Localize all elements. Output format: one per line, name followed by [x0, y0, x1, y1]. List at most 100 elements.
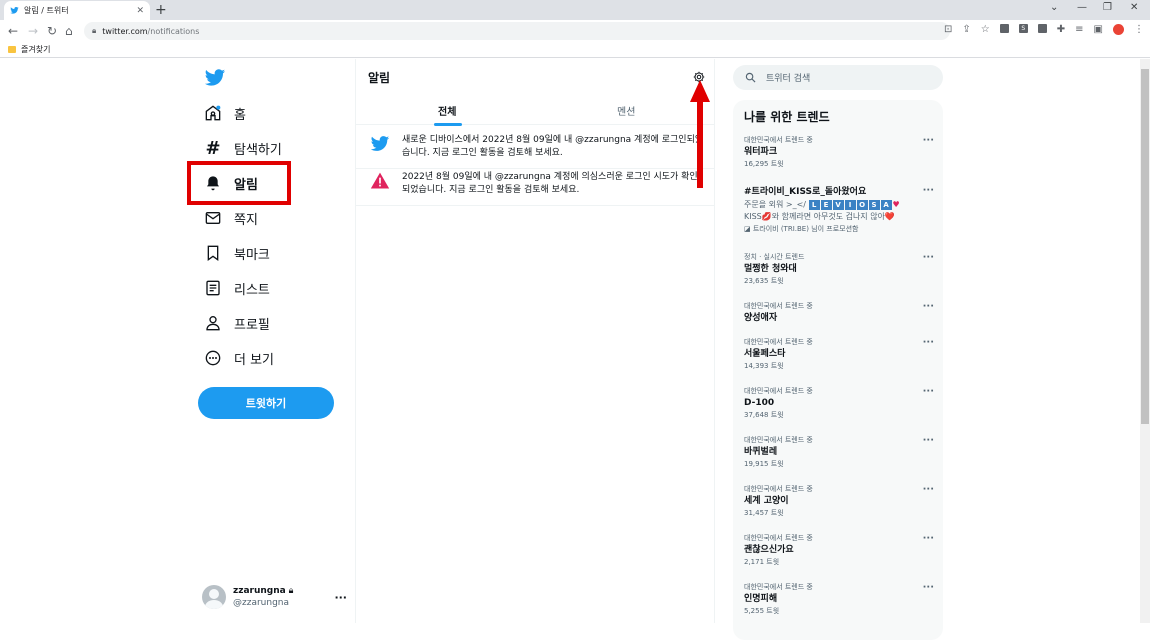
trend-item[interactable]: 대한민국에서 트렌드 중 양성애자 ···	[744, 301, 934, 325]
trend-count: 23,635 트윗	[744, 277, 784, 285]
promoted-description-prefix: 주문을 외워 >_</	[744, 200, 806, 209]
notification-text: 새로운 디바이스에서 2022년 8월 09일에 내 @zzarungna 계정…	[402, 135, 704, 158]
install-app-icon[interactable]: ⊡	[944, 24, 952, 35]
levitation-letter: V	[832, 200, 844, 210]
trend-count: 5,255 트윗	[744, 607, 780, 615]
tab-search-icon[interactable]: ⌄	[1050, 2, 1058, 13]
nav-label-messages: 쪽지	[234, 212, 258, 228]
more-options-icon[interactable]: ···	[334, 591, 347, 604]
trend-context: 대한민국에서 트렌드 중	[744, 338, 813, 346]
avatar	[202, 585, 226, 609]
nav-item-explore[interactable]: # 탐색하기	[204, 135, 281, 161]
trend-count: 14,393 트윗	[744, 362, 784, 370]
more-options-icon[interactable]: ···	[923, 301, 934, 312]
nav-item-bookmarks[interactable]: 북마크	[204, 240, 270, 266]
nav-item-profile[interactable]: 프로필	[204, 310, 270, 336]
bookmark-folder-label[interactable]: 즐겨찾기	[21, 44, 50, 55]
nav-item-more[interactable]: 더 보기	[204, 345, 274, 371]
annotation-arrow-icon	[690, 80, 710, 188]
trend-count: 31,457 트윗	[744, 509, 784, 517]
reload-icon[interactable]: ↻	[47, 23, 57, 39]
trend-context: 대한민국에서 트렌드 중	[744, 583, 813, 591]
side-panel-icon[interactable]: ▣	[1094, 24, 1103, 35]
back-arrow-icon[interactable]: ←	[8, 23, 18, 39]
tab-mentions[interactable]: 멘션	[617, 103, 635, 118]
trend-name: 서울페스타	[744, 349, 786, 359]
nav-item-lists[interactable]: 리스트	[204, 275, 270, 301]
lock-icon: 🔒︎	[92, 26, 97, 35]
close-window-button[interactable]: ✕	[1130, 2, 1138, 13]
profile-icon	[204, 314, 222, 332]
more-options-icon[interactable]: ···	[923, 533, 934, 544]
restore-button[interactable]: ❐	[1103, 2, 1112, 13]
alert-icon	[370, 172, 390, 189]
twitter-page: 홈 # 탐색하기 알림 쪽지 북마크 리스트 프로필 더 보기 트윗하기 zza…	[0, 59, 1150, 640]
browser-tab[interactable]: 알림 / 트위터 ✕	[4, 1, 150, 20]
browser-menu-icon[interactable]: ⋮	[1134, 24, 1144, 35]
trend-item[interactable]: 대한민국에서 트렌드 중 서울페스타 14,393 트윗 ···	[744, 337, 934, 372]
trend-item[interactable]: 대한민국에서 트렌드 중 D-100 37,648 트윗 ···	[744, 386, 934, 421]
extension-box-icon[interactable]	[1037, 24, 1047, 33]
trend-item[interactable]: 대한민국에서 트렌드 중 괜찮으신가요 2,171 트윗 ···	[744, 533, 934, 568]
trend-item[interactable]: 대한민국에서 트렌드 중 인명피해 5,255 트윗 ···	[744, 582, 934, 617]
nav-label-more: 더 보기	[234, 352, 275, 368]
more-options-icon[interactable]: ···	[923, 135, 934, 146]
account-switcher[interactable]: zzarungna 🔒︎ @zzarungna ···	[202, 581, 347, 613]
more-options-icon[interactable]: ···	[923, 337, 934, 348]
puzzle-extensions-icon[interactable]: ✚	[1057, 24, 1065, 35]
trend-item[interactable]: 대한민국에서 트렌드 중 워터파크 16,295 트윗 ···	[744, 135, 934, 170]
share-icon[interactable]: ⇪	[962, 24, 970, 35]
promoted-trend[interactable]: #트라이비_KISS로_돌아왔어요 주문을 외워 >_</ L E V I O S A ♥ K…	[744, 185, 934, 235]
more-options-icon[interactable]: ···	[923, 386, 934, 397]
list-icon	[204, 279, 222, 297]
lock-icon: 🔒︎	[285, 586, 294, 596]
minimize-button[interactable]: —	[1077, 2, 1087, 13]
bell-icon	[204, 174, 222, 192]
more-options-icon[interactable]: ···	[923, 484, 934, 495]
nav-label-notifications: 알림	[234, 177, 258, 193]
url-host: twitter.com	[102, 26, 148, 36]
levitation-letter: S	[868, 200, 880, 210]
trends-title: 나를 위한 트렌드	[744, 110, 830, 124]
extension-icon[interactable]	[999, 24, 1009, 33]
tab-all[interactable]: 전체	[438, 103, 456, 118]
extension-s-icon[interactable]: S	[1018, 24, 1028, 33]
twitter-bird-icon	[370, 136, 390, 151]
page-scrollbar[interactable]	[1140, 59, 1150, 623]
trends-panel: 나를 위한 트렌드 대한민국에서 트렌드 중 워터파크 16,295 트윗 ··…	[733, 100, 943, 640]
hashtag-icon: #	[205, 137, 221, 159]
address-bar[interactable]: 🔒︎ twitter.com /notifications	[84, 22, 950, 40]
trend-item[interactable]: 대한민국에서 트렌드 중 세계 고양이 31,457 트윗 ···	[744, 484, 934, 519]
promoted-description-line2: KISS💋와 함께라면 아무것도 겁나지 않아❤️	[744, 212, 895, 221]
twitter-logo-icon[interactable]	[204, 67, 226, 89]
trend-item[interactable]: 대한민국에서 트렌드 중 바퀴벌레 19,915 트윗 ···	[744, 435, 934, 470]
search-input[interactable]: 트위터 검색	[733, 65, 943, 90]
trend-context: 대한민국에서 트렌드 중	[744, 534, 813, 542]
tweet-button[interactable]: 트윗하기	[198, 387, 334, 419]
tab-close-icon[interactable]: ✕	[136, 6, 144, 16]
trend-count: 19,915 트윗	[744, 460, 784, 468]
bookmark-star-icon[interactable]: ☆	[981, 24, 990, 35]
more-options-icon[interactable]: ···	[923, 252, 934, 263]
notification-item[interactable]: 2022년 8월 09일에 내 @zzarungna 계정에 의심스러운 로그인…	[356, 163, 714, 206]
new-tab-button[interactable]: +	[155, 1, 167, 19]
promoted-description: 주문을 외워 >_</ L E V I O S A ♥	[744, 199, 934, 211]
more-options-icon[interactable]: ···	[923, 435, 934, 446]
trend-name: 괜찮으신가요	[744, 545, 794, 555]
nav-item-messages[interactable]: 쪽지	[204, 205, 258, 231]
trend-context: 대한민국에서 트렌드 중	[744, 485, 813, 493]
profile-avatar-icon[interactable]	[1113, 24, 1124, 35]
nav-item-home[interactable]: 홈	[204, 100, 246, 126]
more-options-icon[interactable]: ···	[923, 582, 934, 593]
reading-list-icon[interactable]: ≡	[1075, 24, 1083, 35]
nav-item-notifications[interactable]: 알림	[204, 170, 258, 196]
forward-arrow-icon[interactable]: →	[28, 23, 38, 39]
more-options-icon[interactable]: ···	[923, 185, 934, 196]
levitation-letter: L	[808, 200, 820, 210]
home-page-icon[interactable]: ⌂	[65, 23, 73, 39]
trend-name: D-100	[744, 398, 775, 408]
scrollbar-thumb[interactable]	[1141, 69, 1149, 424]
trend-name: 인명피해	[744, 594, 778, 604]
notification-text: 2022년 8월 09일에 내 @zzarungna 계정에 의심스러운 로그인…	[402, 172, 698, 195]
trend-item[interactable]: 정치 · 실시간 트렌드 멀쩡한 청와대 23,635 트윗 ···	[744, 252, 934, 287]
